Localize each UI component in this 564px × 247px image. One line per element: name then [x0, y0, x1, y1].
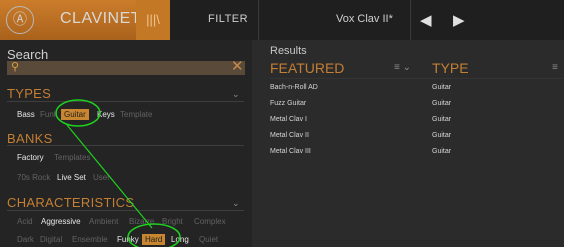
preset-type: Guitar — [432, 116, 452, 123]
char-tag-bright[interactable]: Bright — [162, 217, 183, 226]
preset-name: Fuzz Guitar — [270, 100, 307, 107]
result-row[interactable]: Metal Clav II Guitar — [270, 132, 564, 144]
bank-tag-templates[interactable]: Templates — [54, 153, 90, 162]
divider — [7, 145, 244, 146]
filter-button[interactable]: FILTER — [208, 13, 248, 25]
result-row[interactable]: Bach-n-Roll AD Guitar — [270, 84, 564, 96]
chevron-down-icon[interactable]: ⌄ — [232, 198, 240, 209]
search-icon: ⚲ — [11, 61, 20, 73]
featured-column-header[interactable]: FEATURED — [270, 60, 344, 76]
bank-tag-live-set[interactable]: Live Set — [57, 173, 86, 182]
char-tag-funky[interactable]: Funky — [117, 235, 139, 244]
search-input[interactable] — [7, 61, 245, 75]
sort-menu-icon[interactable]: ≡ ⌄ — [394, 62, 411, 73]
result-row[interactable]: Fuzz Guitar Guitar — [270, 100, 564, 112]
bank-tag-factory[interactable]: Factory — [17, 153, 44, 162]
previous-preset-icon[interactable]: ◀ — [420, 11, 432, 29]
char-tag-digital[interactable]: Digital — [40, 235, 62, 244]
clear-search-icon[interactable]: ✕ — [231, 57, 244, 75]
char-tag-complex[interactable]: Complex — [194, 217, 226, 226]
characteristics-section-title[interactable]: CHARACTERISTICS — [7, 195, 134, 210]
next-preset-icon[interactable]: ▶ — [453, 11, 465, 29]
divider — [258, 0, 259, 40]
types-section-title[interactable]: TYPES — [7, 86, 51, 101]
type-tag-template[interactable]: Template — [120, 110, 152, 119]
banks-section-title[interactable]: BANKS — [7, 131, 53, 146]
char-tag-ambient[interactable]: Ambient — [89, 217, 118, 226]
char-tag-quiet[interactable]: Quiet — [199, 235, 218, 244]
preset-type: Guitar — [432, 84, 452, 91]
preset-library-button[interactable]: |||\ — [136, 0, 170, 40]
bank-tag-70s-rock[interactable]: 70s Rock — [17, 173, 50, 182]
type-tag-guitar[interactable]: Guitar — [61, 109, 89, 120]
divider — [270, 78, 564, 79]
result-row[interactable]: Metal Clav III Guitar — [270, 148, 564, 160]
char-tag-dark[interactable]: Dark — [17, 235, 34, 244]
library-icon: |||\ — [146, 12, 160, 27]
bank-tag-user[interactable]: User — [93, 173, 110, 182]
preset-name: Metal Clav III — [270, 148, 311, 155]
results-title: Results — [270, 45, 307, 57]
type-tag-bass[interactable]: Bass — [17, 110, 35, 119]
type-tag-keys[interactable]: Keys — [97, 110, 115, 119]
char-tag-bizarre[interactable]: Bizarre — [129, 217, 154, 226]
preset-name: Metal Clav II — [270, 132, 309, 139]
char-tag-acid[interactable]: Acid — [17, 217, 33, 226]
char-tag-aggressive[interactable]: Aggressive — [41, 217, 81, 226]
char-tag-ensemble[interactable]: Ensemble — [72, 235, 108, 244]
divider — [7, 210, 244, 211]
arturia-logo-icon[interactable]: Ⓐ — [6, 6, 34, 34]
char-tag-hard[interactable]: Hard — [142, 234, 166, 245]
type-tag-funk[interactable]: Funk — [40, 110, 58, 119]
preset-type: Guitar — [432, 100, 452, 107]
divider — [410, 0, 411, 40]
chevron-down-icon[interactable]: ⌄ — [232, 89, 240, 100]
result-row[interactable]: Metal Clav I Guitar — [270, 116, 564, 128]
divider — [7, 101, 244, 102]
sort-menu-icon[interactable]: ≡ — [552, 62, 558, 73]
preset-type: Guitar — [432, 132, 452, 139]
preset-name: Metal Clav I — [270, 116, 307, 123]
preset-type: Guitar — [432, 148, 452, 155]
char-tag-long[interactable]: Long — [171, 235, 189, 244]
type-column-header[interactable]: TYPE — [432, 60, 469, 76]
preset-name: Bach-n-Roll AD — [270, 84, 318, 91]
preset-name-display[interactable]: Vox Clav II* — [336, 13, 393, 25]
